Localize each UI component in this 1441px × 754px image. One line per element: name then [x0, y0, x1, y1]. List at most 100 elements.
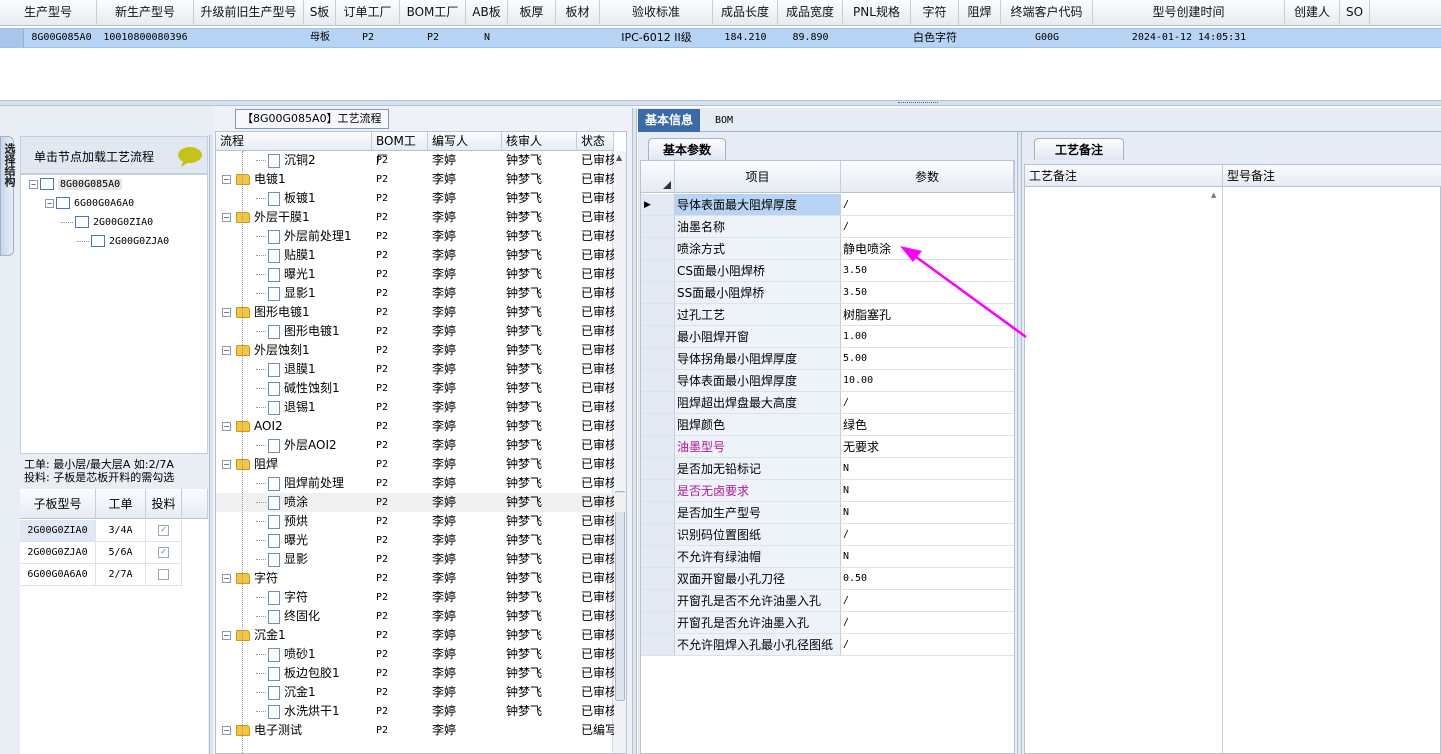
- param-row[interactable]: 是否加无铅标记 N: [641, 458, 1014, 480]
- middle-splitter[interactable]: [632, 108, 637, 754]
- param-row[interactable]: 不允许有绿油帽 N: [641, 546, 1014, 568]
- subgrid-header-2[interactable]: 投料: [146, 489, 182, 519]
- process-row[interactable]: − 电子测试 P2 李婷 已编写: [216, 721, 626, 740]
- param-row[interactable]: 开窗孔是否不允许油墨入孔 /: [641, 590, 1014, 612]
- row-selector[interactable]: [641, 480, 675, 501]
- param-row[interactable]: 油墨型号 无要求: [641, 436, 1014, 458]
- feed-checkbox[interactable]: [158, 568, 169, 580]
- process-header-2[interactable]: 编写人: [428, 132, 502, 151]
- process-row[interactable]: 喷涂 P2 李婷 钟梦飞 已审核: [216, 493, 626, 512]
- process-header-3[interactable]: 核审人: [502, 132, 577, 151]
- subgrid-header-1[interactable]: 工单: [96, 489, 146, 519]
- process-row[interactable]: 终固化 P2 李婷 钟梦飞 已审核: [216, 607, 626, 626]
- col-header-16[interactable]: 型号创建时间: [1093, 0, 1285, 26]
- row-selector[interactable]: [641, 216, 675, 237]
- param-value[interactable]: /: [841, 194, 1014, 215]
- param-value[interactable]: N: [841, 480, 1014, 501]
- param-value[interactable]: N: [841, 502, 1014, 523]
- process-row[interactable]: − 字符 P2 李婷 钟梦飞 已审核: [216, 569, 626, 588]
- process-row[interactable]: 板边包胶1 P2 李婷 钟梦飞 已审核: [216, 664, 626, 683]
- col-header-12[interactable]: PNL规格: [843, 0, 911, 26]
- process-header-4[interactable]: 状态: [577, 132, 614, 151]
- process-row[interactable]: 显影 P2 李婷 钟梦飞 已审核: [216, 550, 626, 569]
- col-header-14[interactable]: 阻焊: [959, 0, 1001, 26]
- row-selector[interactable]: [641, 348, 675, 369]
- param-value[interactable]: N: [841, 458, 1014, 479]
- param-row[interactable]: 是否无卤要求 N: [641, 480, 1014, 502]
- process-row[interactable]: 水洗烘干1 P2 李婷 钟梦飞 已审核: [216, 702, 626, 721]
- tree-node[interactable]: 2G00G0ZJA0: [77, 234, 169, 250]
- tab-bom[interactable]: BOM: [708, 109, 740, 132]
- process-row[interactable]: 沉铜2 P2 李婷 钟梦飞 已审核: [216, 151, 626, 170]
- subgrid-model[interactable]: 6G00G0A6A0: [20, 564, 96, 586]
- subgrid-header-0[interactable]: 子板型号: [20, 489, 96, 519]
- param-row[interactable]: 导体拐角最小阻焊厚度 5.00: [641, 348, 1014, 370]
- col-header-15[interactable]: 终端客户代码: [1001, 0, 1093, 26]
- col-header-5[interactable]: BOM工厂: [400, 0, 466, 26]
- process-row[interactable]: − AOI2 P2 李婷 钟梦飞 已审核: [216, 417, 626, 436]
- row-selector[interactable]: [641, 414, 675, 435]
- col-header-9[interactable]: 验收标准: [600, 0, 713, 26]
- row-selector[interactable]: ▶: [641, 194, 675, 215]
- param-value[interactable]: 绿色: [841, 414, 1014, 435]
- row-selector[interactable]: [641, 436, 675, 457]
- param-row[interactable]: ▶ 导体表面最大阻焊厚度 /: [641, 194, 1014, 216]
- tree-expand-icon[interactable]: −: [45, 198, 54, 208]
- row-selector[interactable]: [641, 524, 675, 545]
- col-header-17[interactable]: 创建人: [1285, 0, 1340, 26]
- feed-checkbox[interactable]: ✓: [158, 546, 169, 558]
- process-row[interactable]: − 外层蚀刻1 P2 李婷 钟梦飞 已审核: [216, 341, 626, 360]
- row-selector[interactable]: [641, 634, 675, 655]
- process-row[interactable]: − 阻焊 P2 李婷 钟梦飞 已审核: [216, 455, 626, 474]
- col-header-10[interactable]: 成品长度: [713, 0, 778, 26]
- subgrid-model[interactable]: 2G00G0ZIA0: [20, 520, 96, 542]
- row-selector[interactable]: [641, 392, 675, 413]
- param-value[interactable]: 静电喷涂: [841, 238, 1014, 259]
- param-row[interactable]: CS面最小阻焊桥 3.50: [641, 260, 1014, 282]
- process-row[interactable]: 沉金1 P2 李婷 钟梦飞 已审核: [216, 683, 626, 702]
- collapse-icon[interactable]: −: [222, 574, 231, 583]
- col-header-8[interactable]: 板材: [556, 0, 600, 26]
- tree-node[interactable]: 2G00G0ZIA0: [61, 215, 153, 231]
- process-row[interactable]: − 图形电镀1 P2 李婷 钟梦飞 已审核: [216, 303, 626, 322]
- process-row[interactable]: 阻焊前处理 P2 李婷 钟梦飞 已审核: [216, 474, 626, 493]
- row-selector[interactable]: [641, 238, 675, 259]
- param-value[interactable]: /: [841, 524, 1014, 545]
- col-header-7[interactable]: 板厚: [508, 0, 556, 26]
- row-selector[interactable]: [641, 546, 675, 567]
- row-selector[interactable]: [641, 502, 675, 523]
- param-value[interactable]: 树脂塞孔: [841, 304, 1014, 325]
- tab-process-remarks[interactable]: 工艺备注: [1034, 138, 1124, 160]
- process-row[interactable]: 曝光 P2 李婷 钟梦飞 已审核: [216, 531, 626, 550]
- info-header-value[interactable]: 参数: [841, 161, 1014, 193]
- tab-basic-info[interactable]: 基本信息: [638, 109, 701, 132]
- process-row[interactable]: 退锡1 P2 李婷 钟梦飞 已审核: [216, 398, 626, 417]
- subgrid-order[interactable]: 3/4A: [96, 520, 146, 542]
- structure-side-tab[interactable]: 选择结构: [0, 136, 16, 256]
- collapse-icon[interactable]: −: [222, 726, 231, 735]
- param-row[interactable]: 是否加生产型号 N: [641, 502, 1014, 524]
- subgrid-order[interactable]: 2/7A: [96, 564, 146, 586]
- param-row[interactable]: 阻焊超出焊盘最大高度 /: [641, 392, 1014, 414]
- process-row[interactable]: 外层AOI2 P2 李婷 钟梦飞 已审核: [216, 436, 626, 455]
- product-grid-row-selected[interactable]: 8G00G085A0 10010800080396 母板 P2 P2 N IPC-6012 …: [0, 28, 1441, 48]
- process-row[interactable]: − 沉金1 P2 李婷 钟梦飞 已审核: [216, 626, 626, 645]
- row-selector[interactable]: [641, 370, 675, 391]
- param-row[interactable]: 喷涂方式 静电喷涂: [641, 238, 1014, 260]
- collapse-icon[interactable]: −: [222, 631, 231, 640]
- row-selector[interactable]: [641, 260, 675, 281]
- col-header-0[interactable]: 生产型号: [0, 0, 97, 26]
- param-row[interactable]: 不允许阻焊入孔最小孔径图纸 /: [641, 634, 1014, 656]
- param-value[interactable]: 1.00: [841, 326, 1014, 347]
- process-row[interactable]: 外层前处理1 P2 李婷 钟梦飞 已审核: [216, 227, 626, 246]
- process-row[interactable]: 碱性蚀刻1 P2 李婷 钟梦飞 已审核: [216, 379, 626, 398]
- param-row[interactable]: 油墨名称 /: [641, 216, 1014, 238]
- row-selector[interactable]: [641, 282, 675, 303]
- row-selector[interactable]: [641, 304, 675, 325]
- row-selector[interactable]: [641, 612, 675, 633]
- param-row[interactable]: SS面最小阻焊桥 3.50: [641, 282, 1014, 304]
- process-row[interactable]: 预烘 P2 李婷 钟梦飞 已审核: [216, 512, 626, 531]
- process-row[interactable]: 显影1 P2 李婷 钟梦飞 已审核: [216, 284, 626, 303]
- param-row[interactable]: 双面开窗最小孔刀径 0.50: [641, 568, 1014, 590]
- collapse-icon[interactable]: −: [222, 422, 231, 431]
